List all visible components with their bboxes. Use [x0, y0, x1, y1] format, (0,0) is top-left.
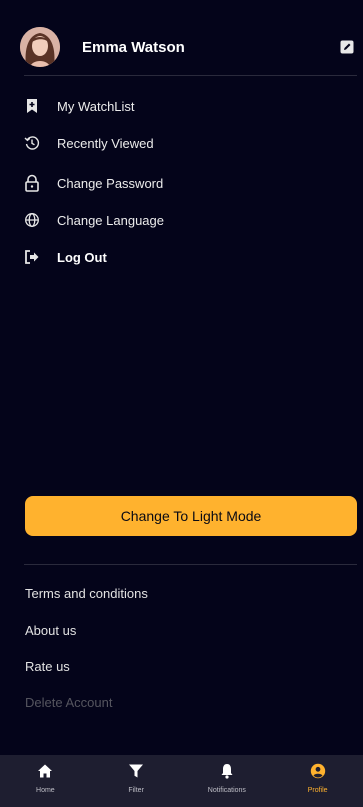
- menu-item-label: Log Out: [57, 249, 107, 265]
- avatar[interactable]: [20, 27, 60, 67]
- profile-screen: Emma Watson My WatchList Recently Viewed…: [0, 0, 363, 807]
- nav-label: Profile: [307, 787, 328, 794]
- bell-icon: [219, 763, 235, 779]
- user-name: Emma Watson: [82, 38, 185, 56]
- bottom-nav: Home Filter Notifications Profile: [0, 755, 363, 807]
- menu-item-label: Change Password: [57, 175, 164, 191]
- delete-account-link[interactable]: Delete Account: [25, 695, 112, 710]
- nav-label: Home: [36, 787, 55, 794]
- lock-icon: [24, 174, 40, 192]
- header-divider: [24, 75, 357, 76]
- nav-item-home[interactable]: Home: [0, 755, 91, 807]
- menu-item-recently-viewed[interactable]: Recently Viewed: [24, 131, 154, 155]
- menu-item-log-out[interactable]: Log Out: [24, 245, 107, 269]
- globe-icon: [24, 212, 40, 228]
- nav-item-filter[interactable]: Filter: [91, 755, 182, 807]
- terms-link[interactable]: Terms and conditions: [25, 586, 148, 601]
- history-icon: [24, 135, 40, 151]
- filter-icon: [128, 763, 144, 779]
- menu-item-change-language[interactable]: Change Language: [24, 208, 164, 232]
- menu-item-label: My WatchList: [57, 98, 135, 114]
- home-icon: [37, 763, 53, 779]
- nav-label: Notifications: [207, 787, 246, 794]
- rate-us-link[interactable]: Rate us: [25, 659, 70, 674]
- edit-profile-icon[interactable]: [340, 40, 354, 54]
- section-divider: [24, 564, 357, 565]
- nav-label: Filter: [128, 787, 144, 794]
- profile-icon: [310, 763, 326, 779]
- nav-item-profile[interactable]: Profile: [272, 755, 363, 807]
- bookmark-plus-icon: [24, 98, 40, 114]
- menu-item-watchlist[interactable]: My WatchList: [24, 94, 135, 118]
- menu-item-label: Change Language: [57, 212, 164, 228]
- menu-item-label: Recently Viewed: [57, 135, 154, 151]
- change-theme-button[interactable]: Change To Light Mode: [25, 496, 357, 536]
- menu-item-change-password[interactable]: Change Password: [24, 171, 163, 195]
- profile-header: Emma Watson: [20, 26, 358, 68]
- logout-icon: [24, 249, 40, 265]
- about-us-link[interactable]: About us: [25, 623, 76, 638]
- nav-item-notifications[interactable]: Notifications: [182, 755, 273, 807]
